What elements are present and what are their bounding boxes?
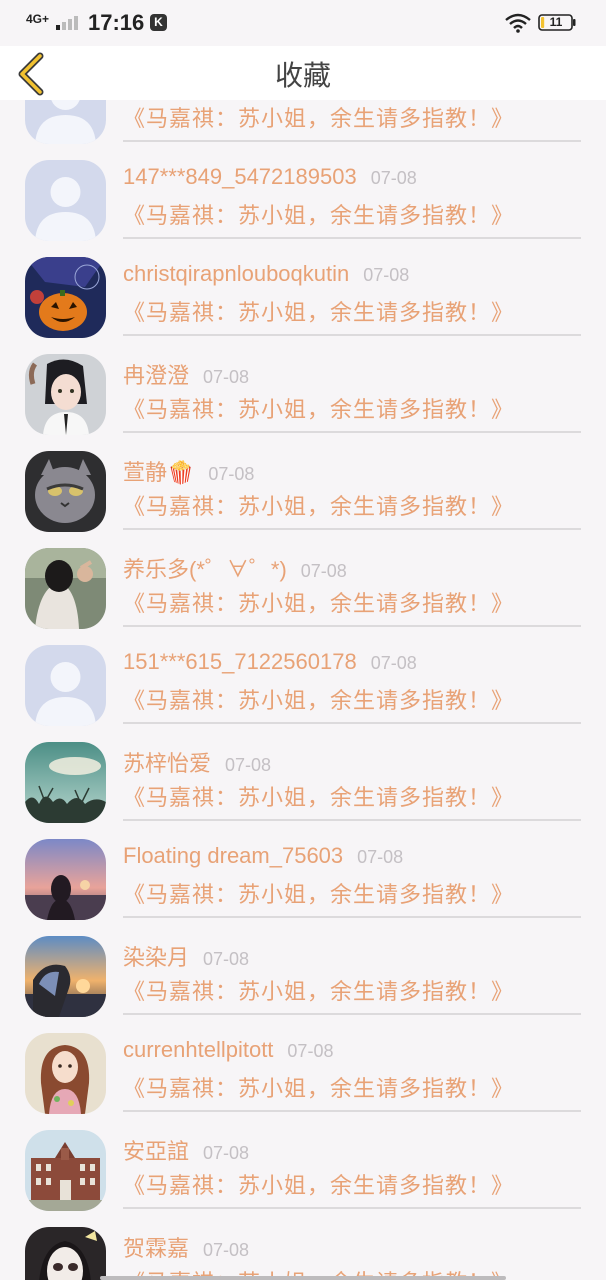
avatar[interactable] (25, 354, 106, 435)
favorites-list[interactable]: 《马嘉祺：苏小姐，余生请多指教！》 147***849_5472189503 07… (0, 100, 606, 1280)
user-line: 养乐多(*゜∀゜*) 07-08 (123, 552, 347, 582)
user-name[interactable]: currenhtellpitott (123, 1037, 273, 1062)
avatar[interactable] (25, 257, 106, 338)
favorited-title-link[interactable]: 《马嘉祺：苏小姐，余生请多指教！》 (123, 974, 514, 1006)
favorited-title-link[interactable]: 《马嘉祺：苏小姐，余生请多指教！》 (123, 586, 514, 618)
item-date: 07-08 (300, 561, 347, 581)
favorited-title-link[interactable]: 《马嘉祺：苏小姐，余生请多指教！》 (123, 683, 514, 715)
page-title: 收藏 (274, 59, 331, 92)
avatar[interactable] (25, 1033, 106, 1114)
user-name[interactable]: 养乐多(*゜∀゜*) (123, 557, 287, 582)
list-item[interactable]: 养乐多(*゜∀゜*) 07-08 《马嘉祺：苏小姐，余生请多指教！》 (0, 528, 606, 629)
user-line: 贺霖嘉 07-08 (123, 1231, 249, 1261)
avatar[interactable] (25, 839, 106, 920)
user-line: 萱静🍿 07-08 (123, 455, 254, 485)
item-date: 07-08 (203, 949, 250, 969)
user-name[interactable]: 染染月 (123, 945, 189, 970)
user-name[interactable]: 冉澄澄 (123, 363, 189, 388)
list-item[interactable]: 萱静🍿 07-08 《马嘉祺：苏小姐，余生请多指教！》 (0, 431, 606, 532)
list-item[interactable]: 苏梓怡爱 07-08 《马嘉祺：苏小姐，余生请多指教！》 (0, 722, 606, 823)
scroll-indicator (100, 1276, 506, 1280)
avatar[interactable] (25, 1227, 106, 1280)
user-name[interactable]: 贺霖嘉 (123, 1236, 189, 1261)
item-date: 07-08 (370, 168, 417, 188)
list-item[interactable]: 《马嘉祺：苏小姐，余生请多指教！》 (0, 100, 606, 144)
favorited-title-link[interactable]: 《马嘉祺：苏小姐，余生请多指教！》 (123, 1071, 514, 1103)
status-bar: 4G+ 17:16 K 11 (0, 0, 606, 46)
user-line: 151***615_7122560178 07-08 (123, 649, 417, 679)
list-item[interactable]: 151***615_7122560178 07-08 《马嘉祺：苏小姐，余生请多指教… (0, 625, 606, 726)
item-date: 07-08 (203, 1240, 250, 1260)
signal-strength-icon (56, 16, 78, 30)
wifi-icon (505, 13, 531, 33)
favorited-title-link[interactable]: 《马嘉祺：苏小姐，余生请多指教！》 (123, 489, 514, 521)
list-item[interactable]: christqirapnlouboqkutin 07-08 《马嘉祺：苏小姐，余生请… (0, 237, 606, 338)
favorited-title-link[interactable]: 《马嘉祺：苏小姐，余生请多指教！》 (123, 198, 514, 230)
list-item[interactable]: 贺霖嘉07-08《马嘉祺：苏小姐，余生请多指教！》 (0, 1207, 606, 1280)
user-name[interactable]: 147***849_5472189503 (123, 164, 357, 189)
item-date: 07-08 (208, 464, 255, 484)
list-item[interactable]: 冉澄澄 07-08 《马嘉祺：苏小姐，余生请多指教！》 (0, 334, 606, 435)
k-app-badge: K (150, 14, 167, 31)
user-name[interactable]: 萱静🍿 (123, 460, 194, 485)
user-line: 147***849_5472189503 07-08 (123, 164, 417, 194)
navigation-bar: 收藏 (0, 46, 606, 100)
user-line: 染染月 07-08 (123, 940, 249, 970)
avatar[interactable] (25, 1130, 106, 1211)
favorited-title-link[interactable]: 《马嘉祺：苏小姐，余生请多指教！》 (123, 780, 514, 812)
user-line: 安亞誼 07-08 (123, 1134, 249, 1164)
user-line: 苏梓怡爱 07-08 (123, 746, 271, 776)
avatar[interactable] (25, 100, 106, 144)
network-type: 4G+ (26, 12, 50, 26)
item-date: 07-08 (370, 653, 417, 673)
avatar[interactable] (25, 645, 106, 726)
item-date: 07-08 (203, 367, 250, 387)
favorited-title-link[interactable]: 《马嘉祺：苏小姐，余生请多指教！》 (123, 101, 514, 133)
clock: 17:16 (88, 10, 145, 35)
favorited-title-link[interactable]: 《马嘉祺：苏小姐，余生请多指教！》 (123, 877, 514, 909)
list-item[interactable]: 147***849_5472189503 07-08 《马嘉祺：苏小姐，余生请多指教… (0, 140, 606, 241)
user-name[interactable]: christqirapnlouboqkutin (123, 261, 349, 286)
avatar[interactable] (25, 548, 106, 629)
user-line: currenhtellpitott 07-08 (123, 1037, 333, 1067)
battery-level: 11 (549, 15, 563, 29)
user-name[interactable]: 151***615_7122560178 (123, 649, 357, 674)
favorited-title-link[interactable]: 《马嘉祺：苏小姐，余生请多指教！》 (123, 392, 514, 424)
item-date: 07-08 (287, 1041, 334, 1061)
avatar[interactable] (25, 936, 106, 1017)
list-item[interactable]: 安亞誼 07-08 《马嘉祺：苏小姐，余生请多指教！》 (0, 1110, 606, 1211)
avatar[interactable] (25, 742, 106, 823)
user-name[interactable]: Floating dream_75603 (123, 843, 343, 868)
list-item[interactable]: 染染月 07-08 《马嘉祺：苏小姐，余生请多指教！》 (0, 916, 606, 1017)
user-name[interactable]: 安亞誼 (123, 1139, 189, 1164)
user-line: christqirapnlouboqkutin 07-08 (123, 261, 409, 291)
list-item[interactable]: currenhtellpitott 07-08 《马嘉祺：苏小姐，余生请多指教！》 (0, 1013, 606, 1114)
item-date: 07-08 (363, 265, 410, 285)
user-line: Floating dream_75603 07-08 (123, 843, 403, 873)
avatar[interactable] (25, 451, 106, 532)
item-date: 07-08 (357, 847, 404, 867)
list-item[interactable]: Floating dream_75603 07-08 《马嘉祺：苏小姐，余生请多指教… (0, 819, 606, 920)
favorited-title-link[interactable]: 《马嘉祺：苏小姐，余生请多指教！》 (123, 295, 514, 327)
favorited-title-link[interactable]: 《马嘉祺：苏小姐，余生请多指教！》 (123, 1168, 514, 1200)
user-line: 冉澄澄 07-08 (123, 358, 249, 388)
user-name[interactable]: 苏梓怡爱 (123, 751, 211, 776)
avatar[interactable] (25, 160, 106, 241)
item-date: 07-08 (225, 755, 272, 775)
item-date: 07-08 (203, 1143, 250, 1163)
